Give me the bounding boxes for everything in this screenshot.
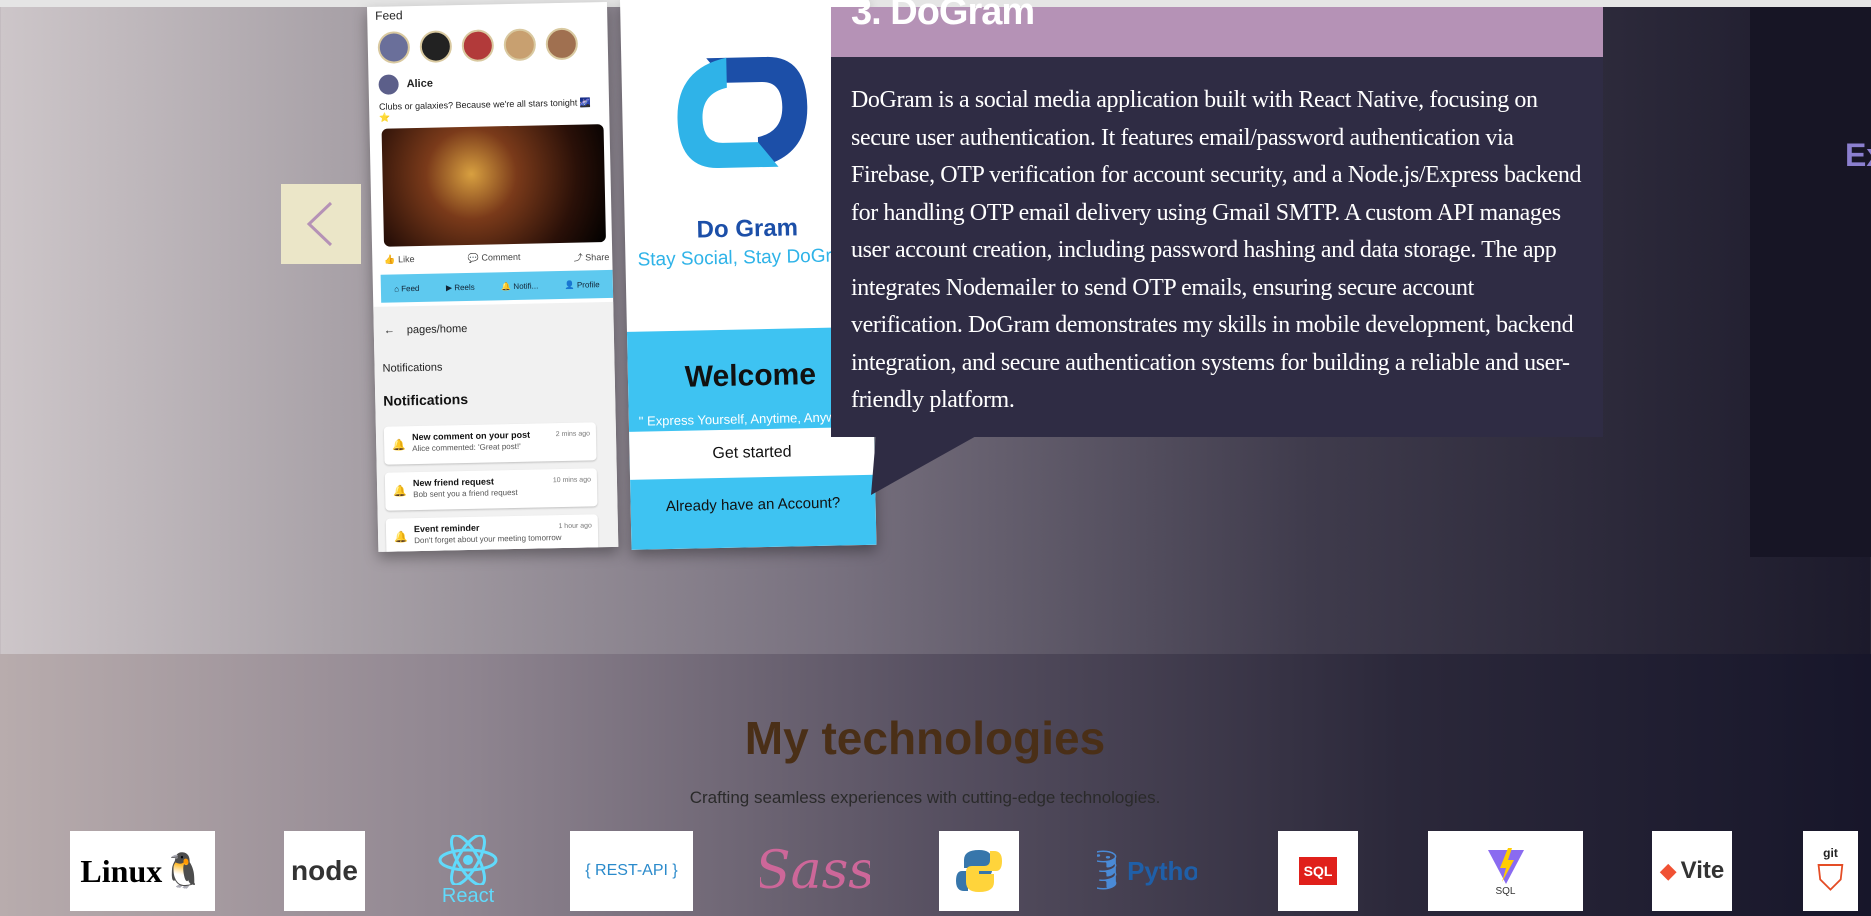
avatar <box>377 31 411 64</box>
project-description: DoGram is a social media application bui… <box>851 87 1582 413</box>
avatar <box>419 30 453 63</box>
post-actions: 👍 Like 💬 Comment ⤴ Share <box>384 250 609 268</box>
vite-logo: SQL <box>1428 831 1583 911</box>
avatar <box>378 74 399 95</box>
route-row: ← pages/home <box>384 323 468 337</box>
notification-sub: Don't forget about your meeting tomorrow <box>414 533 562 546</box>
notifications-screen: ← pages/home Notifications Notifications… <box>373 301 619 552</box>
git-logo: ◆ Vite <box>1652 831 1732 911</box>
like-action: 👍 Like <box>384 254 415 265</box>
post-text: Clubs or galaxies? Because we're all sta… <box>378 97 592 123</box>
vite-icon <box>1487 847 1524 884</box>
sass-logo: Sass <box>760 841 870 901</box>
sql-logo: 🛢 Python <box>1097 850 1197 892</box>
notification-item: 🔔 Event reminder Don't forget about your… <box>385 514 599 552</box>
avatar <box>545 27 579 61</box>
route-label: pages/home <box>406 322 468 337</box>
speech-tail <box>871 435 978 495</box>
project-screenshot-collage: Feed Alice Clubs or galaxies? Because we… <box>367 0 921 567</box>
avatar <box>503 28 537 62</box>
linux-logo: Linux 🐧 <box>70 831 215 911</box>
react-atom-icon <box>438 834 498 885</box>
react-logo: React <box>428 831 508 911</box>
post-author: Alice <box>406 77 434 91</box>
bell-icon: 🔔 <box>393 485 407 498</box>
project-title-bar: 3. DoGram <box>831 0 1603 57</box>
prev-slide-button[interactable] <box>281 184 361 264</box>
tab-feed: ⌂ Feed <box>394 283 420 293</box>
rest-api-logo: { REST-API } <box>570 831 693 911</box>
notification-time: 2 mins ago <box>555 430 591 439</box>
post-header: Alice <box>378 74 433 95</box>
notification-item: 🔔 New friend request Bob sent you a frie… <box>384 468 598 511</box>
technologies-title: My technologies <box>744 712 1106 764</box>
technology-logos: Linux 🐧 node React { REST-API } Sass 🛢 P… <box>0 831 1871 916</box>
post-image <box>381 124 606 247</box>
notification-title: Event reminder <box>413 522 480 535</box>
notification-time: 10 mins ago <box>552 476 592 485</box>
notifications-header: Notifications <box>382 361 443 375</box>
project-slider: Feed Alice Clubs or galaxies? Because we… <box>0 0 1871 654</box>
share-action: ⤴ Share <box>573 251 610 263</box>
avatar <box>461 29 495 63</box>
tab-notifications: 🔔 Notifi... <box>501 280 539 291</box>
notification-time: 1 hour ago <box>558 522 592 531</box>
back-arrow-icon: ← <box>383 324 395 337</box>
phone-tab-bar: ⌂ Feed ▶ Reels 🔔 Notifi... 👤 Profile <box>380 269 614 303</box>
notifications-title: Notifications <box>383 390 469 409</box>
sql-server-logo: SQL <box>1278 831 1358 911</box>
notification-title: New comment on your post <box>411 429 531 443</box>
notification-title: New friend request <box>412 476 495 489</box>
story-avatars <box>377 27 579 64</box>
next-slide-preview-text: Ex <box>1845 137 1871 173</box>
notification-sub: Alice commented: 'Great post!' <box>412 441 521 454</box>
project-title: 3. DoGram <box>851 0 1035 33</box>
html5-logo: git ⛉ <box>1803 831 1858 911</box>
notification-sub: Bob sent you a friend request <box>413 487 518 500</box>
next-slide-preview: Ex <box>1750 7 1871 557</box>
technologies-section: My technologies Crafting seamless experi… <box>0 654 1871 916</box>
project-description-card: DoGram is a social media application bui… <box>831 57 1603 437</box>
already-account-button: Already have an Account? <box>665 494 841 515</box>
tab-reels: ▶ Reels <box>445 282 475 292</box>
feed-label: Feed <box>375 8 403 23</box>
nodejs-logo: node <box>284 831 365 911</box>
comment-action: 💬 Comment <box>467 251 521 263</box>
bell-icon: 🔔 <box>392 439 407 452</box>
python-icon <box>956 850 1002 892</box>
python-logo <box>939 831 1019 911</box>
bell-icon: 🔔 <box>393 531 408 544</box>
dogram-logo-icon <box>677 56 808 168</box>
phone-screenshot-feed: Feed Alice Clubs or galaxies? Because we… <box>367 1 619 552</box>
notification-item: 🔔 New comment on your post Alice comment… <box>383 422 597 465</box>
tab-profile: 👤 Profile <box>564 279 600 290</box>
chevron-left-icon <box>306 201 333 247</box>
technologies-subtitle: Crafting seamless experiences with cutti… <box>689 788 1161 807</box>
